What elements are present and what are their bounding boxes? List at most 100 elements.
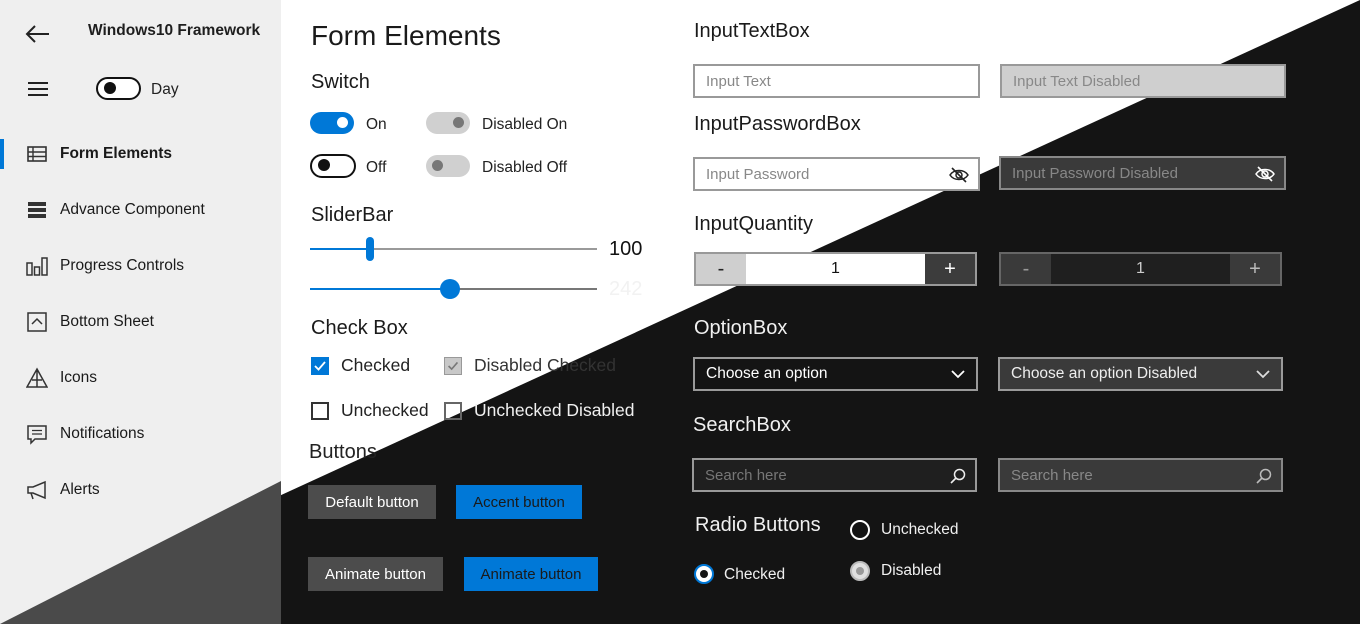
radio-heading: Radio Buttons: [695, 514, 821, 536]
quantity-value[interactable]: 1: [746, 254, 925, 284]
quantity-value-disabled: 1: [1051, 254, 1230, 284]
slider1-fill: [310, 248, 370, 250]
checkbox-unchecked[interactable]: [311, 402, 329, 420]
search-heading: SearchBox: [693, 414, 791, 436]
sidebar-item-icons[interactable]: Icons: [0, 355, 281, 401]
radio-unchecked[interactable]: [850, 520, 870, 540]
page-title: Form Elements: [311, 20, 501, 51]
switch-on[interactable]: [310, 112, 354, 134]
option-heading: OptionBox: [694, 317, 788, 339]
bottom-sheet-icon: [27, 312, 47, 332]
radio-disabled: [850, 561, 870, 581]
quantity-stepper-disabled: - 1 +: [999, 252, 1282, 286]
day-night-toggle[interactable]: [96, 77, 141, 100]
theme-label: Day: [151, 81, 179, 98]
radio-checked-label: Checked: [724, 566, 786, 583]
eye-off-icon[interactable]: [948, 165, 970, 185]
switch-heading: Switch: [311, 71, 370, 93]
active-indicator: [0, 139, 4, 169]
accent-button[interactable]: Accent button: [456, 485, 582, 519]
slider2-value: 242: [609, 278, 643, 300]
radio-checked-dot: [700, 570, 708, 578]
checkbox-heading: Check Box: [311, 317, 408, 339]
eye-off-icon: [1255, 166, 1275, 182]
radio-checked[interactable]: [694, 564, 714, 584]
switch-disabled-off: [426, 155, 470, 177]
search-placeholder-disabled: Search here: [1011, 466, 1093, 484]
slider2-fill: [310, 288, 450, 290]
hamburger-menu-icon[interactable]: [27, 80, 49, 98]
switch-disabled-off-label: Disabled Off: [482, 159, 568, 176]
table-icon: [27, 146, 47, 162]
sidebar-item-label: Progress Controls: [60, 257, 185, 274]
text-input[interactable]: Input Text: [693, 64, 980, 98]
search-placeholder: Search here: [705, 466, 787, 484]
sidebar-item-progress-controls[interactable]: Progress Controls: [0, 243, 281, 289]
radio-disabled-dot: [856, 567, 864, 575]
password-heading: InputPasswordBox: [694, 113, 861, 135]
quantity-minus-button[interactable]: -: [696, 254, 746, 284]
check-icon: [314, 361, 326, 371]
password-placeholder-disabled: Input Password Disabled: [1012, 164, 1178, 182]
checkbox-disabled-checked: [444, 357, 462, 375]
checkbox-checked[interactable]: [311, 357, 329, 375]
megaphone-icon: [27, 480, 46, 500]
switch-disabled-on: [426, 112, 470, 134]
search-input-disabled: Search here: [998, 458, 1283, 492]
switch-off-label: Off: [366, 159, 387, 176]
default-button[interactable]: Default button: [308, 485, 436, 519]
quantity-plus-button-disabled: +: [1230, 254, 1280, 284]
sidebar-item-notifications[interactable]: Notifications: [0, 411, 281, 457]
checkbox-unchecked-disabled-label: Unchecked Disabled: [474, 400, 635, 420]
sidebar-item-label: Alerts: [60, 481, 100, 498]
switch-disabled-on-label: Disabled On: [482, 116, 568, 133]
checkbox-checked-label: Checked: [341, 355, 411, 375]
password-input[interactable]: Input Password: [693, 157, 980, 191]
sidebar-item-alerts[interactable]: Alerts: [0, 467, 281, 513]
chevron-down-icon: [951, 370, 965, 379]
password-placeholder: Input Password: [706, 165, 810, 183]
sidebar-item-label: Advance Component: [60, 201, 205, 218]
slider2-thumb[interactable]: [440, 279, 460, 299]
sidebar-item-advance-component[interactable]: Advance Component: [0, 187, 281, 233]
radio-disabled-label: Disabled: [881, 562, 942, 579]
option-select[interactable]: Choose an option: [693, 357, 978, 391]
message-icon: [27, 425, 47, 445]
sidebar-item-label: Bottom Sheet: [60, 313, 154, 330]
check-icon: [447, 361, 459, 371]
animate-accent-button[interactable]: Animate button: [464, 557, 598, 591]
textbox-heading: InputTextBox: [694, 20, 810, 42]
switch-on-label: On: [366, 116, 387, 133]
text-input-disabled: Input Text Disabled: [1000, 64, 1286, 98]
quantity-minus-button-disabled: -: [1001, 254, 1051, 284]
animate-button[interactable]: Animate button: [308, 557, 443, 591]
quantity-stepper: - 1 +: [694, 252, 977, 286]
switch-off[interactable]: [310, 154, 356, 178]
app-title: Windows10 Framework: [88, 22, 261, 39]
radio-unchecked-label: Unchecked: [881, 521, 959, 538]
option-selected-value: Choose an option: [706, 365, 828, 382]
back-arrow-icon[interactable]: [24, 23, 50, 45]
search-icon[interactable]: [949, 467, 967, 485]
slider1-thumb[interactable]: [366, 237, 374, 261]
search-input[interactable]: Search here: [692, 458, 977, 492]
quantity-heading: InputQuantity: [694, 213, 813, 235]
checkbox-unchecked-label: Unchecked: [341, 400, 429, 420]
option-disabled-value: Choose an option Disabled: [1011, 365, 1198, 382]
checkbox-disabled-checked-label: Disabled Checked: [474, 355, 617, 375]
quantity-plus-button[interactable]: +: [925, 254, 975, 284]
search-icon: [1256, 468, 1272, 484]
chevron-down-icon: [1256, 370, 1270, 379]
sidebar-item-bottom-sheet[interactable]: Bottom Sheet: [0, 299, 281, 345]
option-select-disabled: Choose an option Disabled: [998, 357, 1283, 391]
bar-chart-icon: [26, 257, 48, 276]
slider1-value: 100: [609, 238, 643, 260]
triangle-icon: [26, 367, 48, 388]
checkbox-unchecked-disabled: [444, 402, 462, 420]
layers-icon: [28, 202, 46, 218]
sidebar-item-form-elements[interactable]: Form Elements: [0, 131, 281, 177]
slider-heading: SliderBar: [311, 204, 394, 226]
sidebar-item-label: Form Elements: [60, 145, 172, 162]
buttons-heading: Buttons: [309, 441, 377, 463]
password-input-disabled: Input Password Disabled: [999, 156, 1286, 190]
